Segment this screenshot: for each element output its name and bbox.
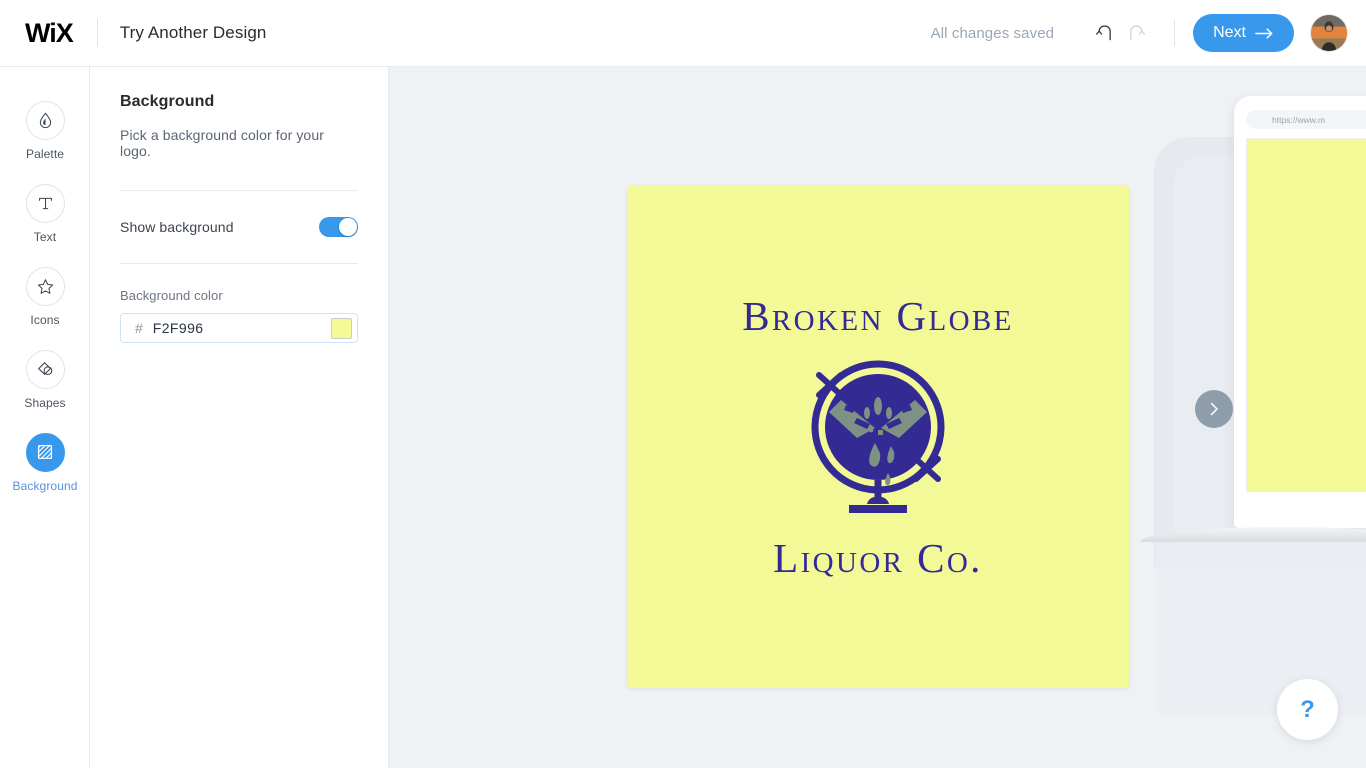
header-action-divider (1174, 20, 1176, 46)
carousel-next-button[interactable] (1195, 390, 1233, 428)
next-button[interactable]: Next (1193, 14, 1294, 52)
panel-sub-divider (120, 263, 358, 264)
redo-arrow-icon (1129, 24, 1145, 40)
save-status: All changes saved (930, 24, 1055, 42)
desk-body (1156, 535, 1366, 715)
logo-canvas[interactable]: Broken Globe Liquor Co. (627, 186, 1129, 688)
sidebar-item-palette[interactable]: Palette (0, 89, 90, 172)
wix-logo-maker-app: WiX Try Another Design All changes saved… (0, 0, 1366, 768)
header-actions: All changes saved Next (931, 14, 1366, 52)
sidebar-item-label: Icons (30, 312, 60, 327)
device-url-bar: https://www.m (1246, 110, 1366, 129)
tablet-device-icon: https://www.m (1234, 96, 1366, 528)
sidebar-item-label: Text (33, 229, 57, 244)
background-color-field[interactable]: # F2F996 (120, 313, 358, 343)
redo-button[interactable] (1120, 16, 1154, 50)
sidebar-item-label: Palette (25, 146, 65, 161)
help-label: ? (1300, 695, 1315, 723)
logo-bottom-text[interactable]: Liquor Co. (773, 534, 983, 582)
sidebar-item-background[interactable]: Background (0, 421, 90, 504)
panel-header: Background Pick a background color for y… (90, 67, 388, 191)
app-header: WiX Try Another Design All changes saved… (0, 0, 1366, 67)
show-background-label: Show background (120, 219, 234, 235)
show-background-row: Show background (120, 191, 358, 263)
sidebar-item-icons[interactable]: Icons (0, 255, 90, 338)
hash-symbol: # (135, 320, 143, 336)
background-panel: Background Pick a background color for y… (90, 67, 389, 768)
header-divider (96, 19, 98, 47)
device-screen (1246, 138, 1366, 492)
page-title: Try Another Design (119, 23, 267, 42)
globe-on-stand-icon[interactable] (783, 342, 973, 532)
help-button[interactable]: ? (1277, 679, 1338, 740)
sidebar-item-shapes[interactable]: Shapes (0, 338, 90, 421)
undo-arrow-icon (1095, 24, 1111, 40)
droplet-icon (25, 100, 65, 140)
sidebar-item-label: Shapes (24, 395, 66, 410)
tool-sidebar: Palette Text Icons Shapes Background (0, 67, 90, 768)
chevron-right-icon (1210, 402, 1218, 416)
arrow-right-icon (1255, 27, 1273, 39)
show-background-toggle[interactable] (319, 217, 358, 237)
avatar[interactable] (1310, 14, 1348, 52)
sidebar-item-label: Background (12, 478, 78, 493)
background-color-label: Background color (120, 288, 223, 303)
text-t-icon (25, 183, 65, 223)
shapes-icon (25, 349, 65, 389)
wix-brand-logo[interactable]: WiX (25, 18, 74, 49)
panel-subtitle: Pick a background color for your logo. (120, 127, 324, 159)
color-swatch[interactable] (331, 317, 352, 339)
undo-button[interactable] (1086, 16, 1120, 50)
star-icon (25, 266, 65, 306)
sidebar-item-text[interactable]: Text (0, 172, 90, 255)
device-preview: https://www.m (1140, 89, 1366, 715)
panel-title: Background (120, 93, 215, 110)
panel-body: Show background Background color # F2F99… (90, 191, 388, 343)
avatar-photo (1311, 15, 1347, 51)
logo-top-text[interactable]: Broken Globe (742, 292, 1014, 340)
hex-input[interactable]: F2F996 (153, 320, 331, 336)
next-button-label: Next (1213, 24, 1246, 41)
background-hatch-icon (25, 432, 65, 472)
preview-stage: https://www.m Broken Globe Liquor Co. ? (389, 67, 1366, 768)
toggle-knob (339, 218, 357, 236)
